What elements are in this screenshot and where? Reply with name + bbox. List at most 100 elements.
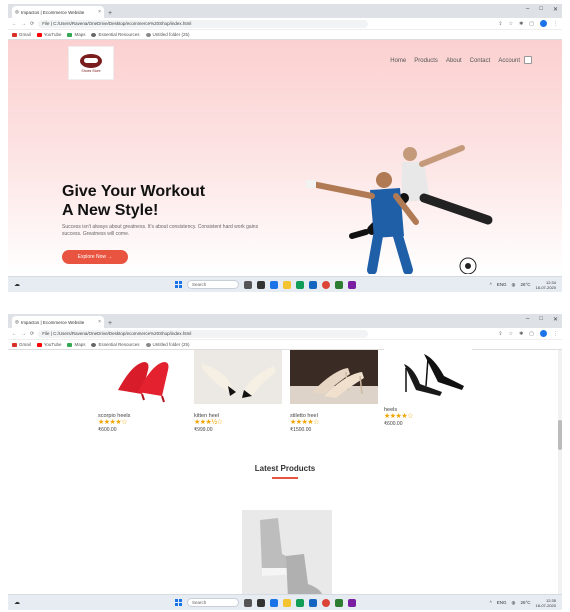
share-icon[interactable]: ⇪ [498, 331, 502, 337]
maximize-button[interactable]: □ [539, 316, 543, 323]
bookmark-essential[interactable]: Essential Resources [91, 32, 140, 37]
store-icon[interactable] [296, 598, 304, 607]
task-view-icon[interactable] [244, 598, 252, 607]
back-icon[interactable]: ← [12, 21, 17, 27]
product-price: ₹600.00 [98, 427, 117, 433]
menu-icon[interactable]: ⋮ [553, 331, 558, 337]
nav-about[interactable]: About [446, 58, 462, 64]
clock[interactable]: 12:34 18-07-2020 [536, 280, 556, 290]
browser-tab[interactable]: ◎ Impactos | Ecommerce Website × [12, 6, 104, 18]
taskbar-search[interactable]: Search [187, 280, 239, 289]
gmail-icon [12, 32, 17, 37]
app-icon[interactable] [348, 598, 356, 607]
new-tab-icon[interactable]: + [108, 10, 112, 17]
taskbar-search[interactable]: Search [187, 598, 239, 607]
maximize-button[interactable]: □ [539, 6, 543, 13]
minimize-button[interactable]: – [526, 316, 529, 323]
bookmark-gmail[interactable]: Gmail [12, 32, 31, 37]
tab-bar: ◎ Impactos | Ecommerce Website × + – □ ✕ [8, 4, 562, 18]
product-card[interactable]: kitten heel ★★★½☆ ₹999.00 [194, 350, 282, 433]
file-explorer-icon[interactable] [283, 280, 291, 289]
bookmark-maps[interactable]: Maps [67, 32, 85, 37]
profile-avatar[interactable] [540, 330, 547, 337]
language-indicator[interactable]: ENG [497, 600, 507, 605]
tray-chevron-icon[interactable]: ^ [490, 600, 492, 605]
bookmark-essential[interactable]: Essential Resources [91, 342, 140, 347]
forward-icon[interactable]: → [21, 331, 26, 337]
new-tab-icon[interactable]: + [108, 320, 112, 327]
store-logo[interactable]: Shoes Store [68, 46, 114, 80]
close-window-button[interactable]: ✕ [553, 6, 558, 13]
extensions-icon[interactable]: ✱ [519, 21, 523, 27]
url-field[interactable]: File | C:/Users/Ravena/OneDrive/Desktop/… [38, 329, 369, 338]
language-indicator[interactable]: ENG [497, 282, 507, 287]
product-price: ₹600.00 [384, 421, 403, 427]
url-field[interactable]: File | C:/Users/Ravena/OneDrive/Desktop/… [38, 19, 369, 28]
close-tab-icon[interactable]: × [98, 319, 101, 325]
edge-icon[interactable] [270, 280, 278, 289]
app-icon[interactable] [335, 598, 343, 607]
app-icon[interactable] [335, 280, 343, 289]
nav-home[interactable]: Home [390, 58, 406, 64]
task-view-icon[interactable] [244, 280, 252, 289]
app-icon[interactable] [309, 280, 317, 289]
bookmark-folder[interactable]: Untitled folder (25) [145, 342, 190, 347]
forward-icon[interactable]: → [21, 21, 26, 27]
scrollbar-thumb[interactable] [558, 420, 562, 450]
wifi-icon[interactable]: ◍ [512, 282, 516, 288]
bookmark-star-icon[interactable]: ☆ [509, 21, 513, 27]
sneaker-product-image[interactable] [242, 510, 332, 600]
tray-chevron-icon[interactable]: ^ [490, 282, 492, 287]
product-card[interactable]: scorpio heels ★★★★☆ ₹600.00 [98, 350, 186, 433]
app-icon[interactable] [348, 280, 356, 289]
cart-icon[interactable] [524, 56, 532, 64]
shoe-logo-icon [80, 53, 102, 68]
close-tab-icon[interactable]: × [98, 9, 101, 15]
clock[interactable]: 12:35 18-07-2020 [536, 598, 556, 608]
file-explorer-icon[interactable] [283, 598, 291, 607]
weather-indicator[interactable]: 26°C [520, 600, 530, 605]
browser-tab[interactable]: ◎ Impactos | Ecommerce Website × [12, 316, 104, 328]
close-window-button[interactable]: ✕ [553, 316, 558, 323]
app-icon[interactable] [257, 598, 265, 607]
widgets-icon[interactable]: ☁ [14, 281, 20, 288]
chrome-icon[interactable] [322, 280, 330, 289]
clock-date: 18-07-2020 [535, 602, 556, 608]
reload-icon[interactable]: ⟳ [30, 21, 34, 27]
bookmark-gmail[interactable]: Gmail [12, 342, 31, 347]
bookmarks-bar: Gmail YouTube Maps Essential Resources U… [8, 340, 562, 350]
bookmark-star-icon[interactable]: ☆ [509, 331, 513, 337]
wifi-icon[interactable]: ◍ [512, 600, 516, 606]
window-controls: – □ ✕ [526, 316, 558, 323]
edge-icon[interactable] [270, 598, 278, 607]
extensions-icon[interactable]: ✱ [519, 331, 523, 337]
chrome-icon[interactable] [322, 598, 330, 607]
product-card[interactable]: stiletto heel ★★★★☆ ₹1500.00 [290, 350, 378, 433]
nav-contact[interactable]: Contact [470, 58, 491, 64]
product-card[interactable]: heels ★★★★☆ ₹600.00 [384, 344, 472, 427]
nav-account[interactable]: Account [498, 58, 520, 64]
sidepanel-icon[interactable]: ▢ [529, 331, 534, 337]
windows-start-icon[interactable] [175, 281, 182, 288]
minimize-button[interactable]: – [526, 6, 529, 13]
weather-indicator[interactable]: 26°C [520, 282, 530, 287]
explore-now-button[interactable]: Explore Now → [62, 250, 128, 264]
app-icon[interactable] [257, 280, 265, 289]
bookmark-youtube[interactable]: YouTube [36, 32, 61, 37]
bookmark-folder[interactable]: Untitled folder (25) [145, 32, 190, 37]
bookmark-maps[interactable]: Maps [67, 342, 85, 347]
widgets-icon[interactable]: ☁ [14, 599, 20, 606]
reload-icon[interactable]: ⟳ [30, 331, 34, 337]
bookmark-youtube[interactable]: YouTube [36, 342, 61, 347]
nav-products[interactable]: Products [414, 58, 438, 64]
profile-avatar[interactable] [540, 20, 547, 27]
app-icon[interactable] [309, 598, 317, 607]
back-icon[interactable]: ← [12, 331, 17, 337]
menu-icon[interactable]: ⋮ [553, 21, 558, 27]
store-icon[interactable] [296, 280, 304, 289]
sidepanel-icon[interactable]: ▢ [529, 21, 534, 27]
share-icon[interactable]: ⇪ [498, 21, 502, 27]
page-scrollbar[interactable] [558, 350, 562, 594]
windows-start-icon[interactable] [175, 599, 182, 606]
windows-taskbar: ☁ Search ^ ENG ◍ 26°C 12:35 18-07-2020 [8, 594, 562, 610]
